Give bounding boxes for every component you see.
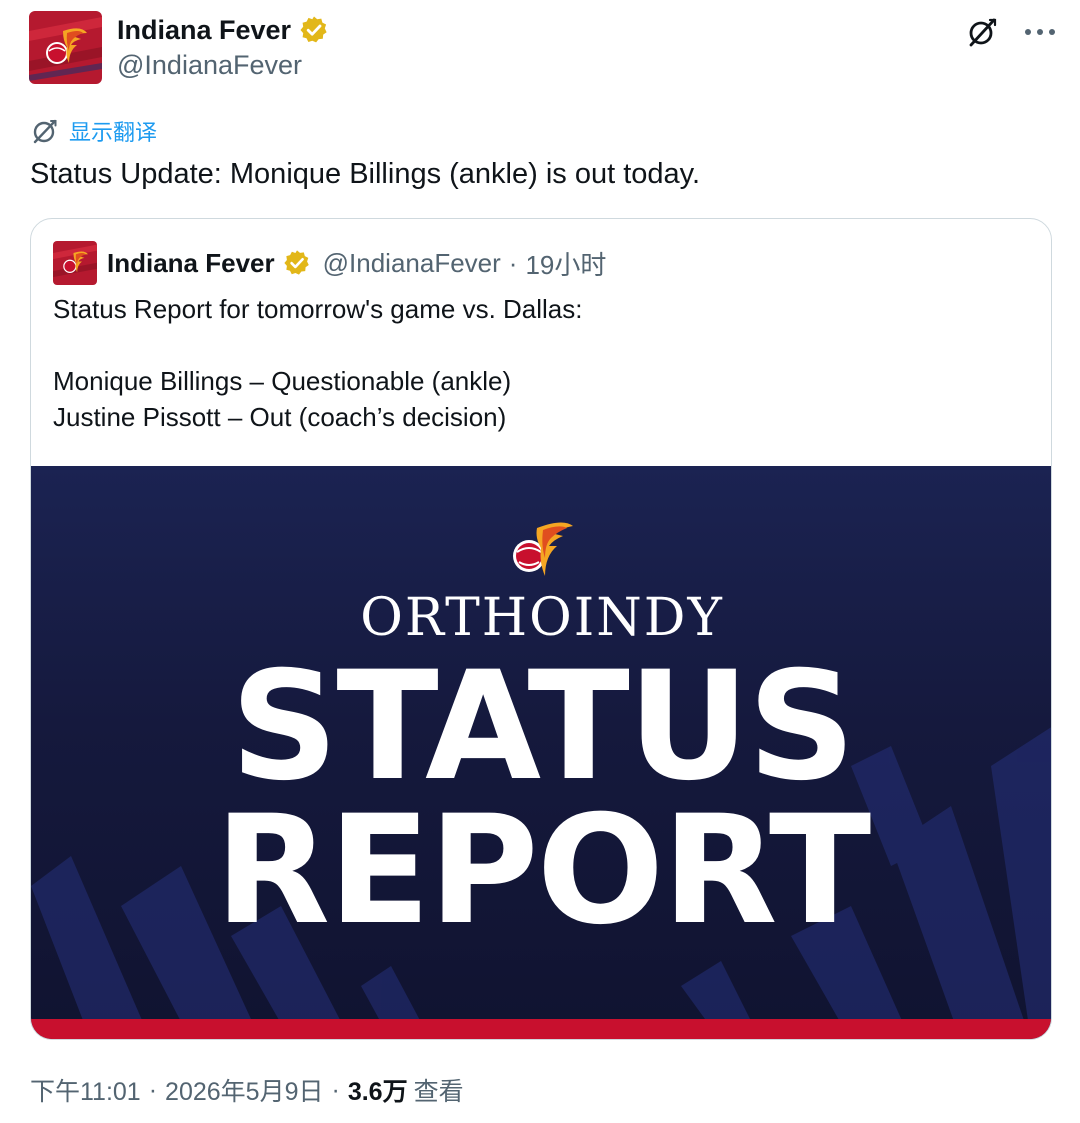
author-avatar[interactable] (29, 11, 102, 84)
quoted-media-image[interactable]: ORTHOINDY STATUS REPORT (31, 466, 1051, 1039)
translate-icon (33, 119, 57, 144)
fever-logo-icon (29, 11, 102, 84)
tweet-detail: Indiana Fever @IndianaFever 显示翻译 Status … (0, 0, 1080, 1123)
views-label: 查看 (413, 1078, 464, 1106)
quoted-author-avatar[interactable] (53, 241, 97, 285)
tweet-date[interactable]: 2026年5月9日 (165, 1072, 323, 1108)
quoted-timestamp[interactable]: 19小时 (525, 245, 606, 282)
media-headline-line-2: REPORT (214, 784, 872, 958)
quoted-author-handle[interactable]: @IndianaFever (323, 248, 501, 279)
quoted-text-blank-line (53, 327, 582, 363)
quoted-tweet-card[interactable]: Indiana Fever @IndianaFever · 19小时 Statu… (30, 218, 1052, 1040)
header-actions (964, 14, 1058, 50)
verified-badge-icon[interactable] (299, 15, 329, 45)
media-headline-line-1: STATUS (230, 640, 855, 814)
media-red-bar (31, 1019, 1051, 1039)
media-sponsor-text: ORTHOINDY (360, 588, 724, 648)
more-button[interactable] (1022, 14, 1058, 50)
author-name[interactable]: Indiana Fever (117, 15, 291, 46)
verified-badge-icon (284, 250, 309, 275)
quoted-separator: · (508, 247, 518, 278)
show-translation-label[interactable]: 显示翻译 (69, 115, 157, 147)
grok-button[interactable] (964, 14, 1000, 50)
meta-separator: · (331, 1075, 340, 1104)
show-translation-link[interactable]: 显示翻译 (31, 116, 157, 146)
grok-icon (969, 18, 997, 47)
fever-logo-icon (513, 522, 573, 576)
author-handle[interactable]: @IndianaFever (117, 50, 302, 81)
meta-separator: · (148, 1075, 158, 1104)
more-icon (1025, 29, 1055, 35)
quoted-text-line: Status Report for tomorrow's game vs. Da… (53, 294, 583, 324)
views-count: 3.6万 (347, 1078, 408, 1106)
tweet-meta: 下午11:01 · 2026年5月9日 · 3.6万 查看 (30, 1072, 464, 1108)
fever-logo-icon (53, 241, 97, 285)
quoted-tweet-text: Status Report for tomorrow's game vs. Da… (53, 291, 582, 435)
quoted-text-line: Justine Pissott – Out (coach’s decision) (53, 402, 507, 432)
quoted-author-name[interactable]: Indiana Fever (107, 248, 275, 279)
tweet-time[interactable]: 下午11:01 (30, 1072, 141, 1108)
quoted-text-line: Monique Billings – Questionable (ankle) (53, 366, 512, 396)
author-name-row[interactable]: Indiana Fever (117, 12, 329, 48)
tweet-text: Status Update: Monique Billings (ankle) … (30, 158, 701, 190)
quoted-tweet-header: Indiana Fever @IndianaFever · 19小时 (53, 241, 606, 285)
